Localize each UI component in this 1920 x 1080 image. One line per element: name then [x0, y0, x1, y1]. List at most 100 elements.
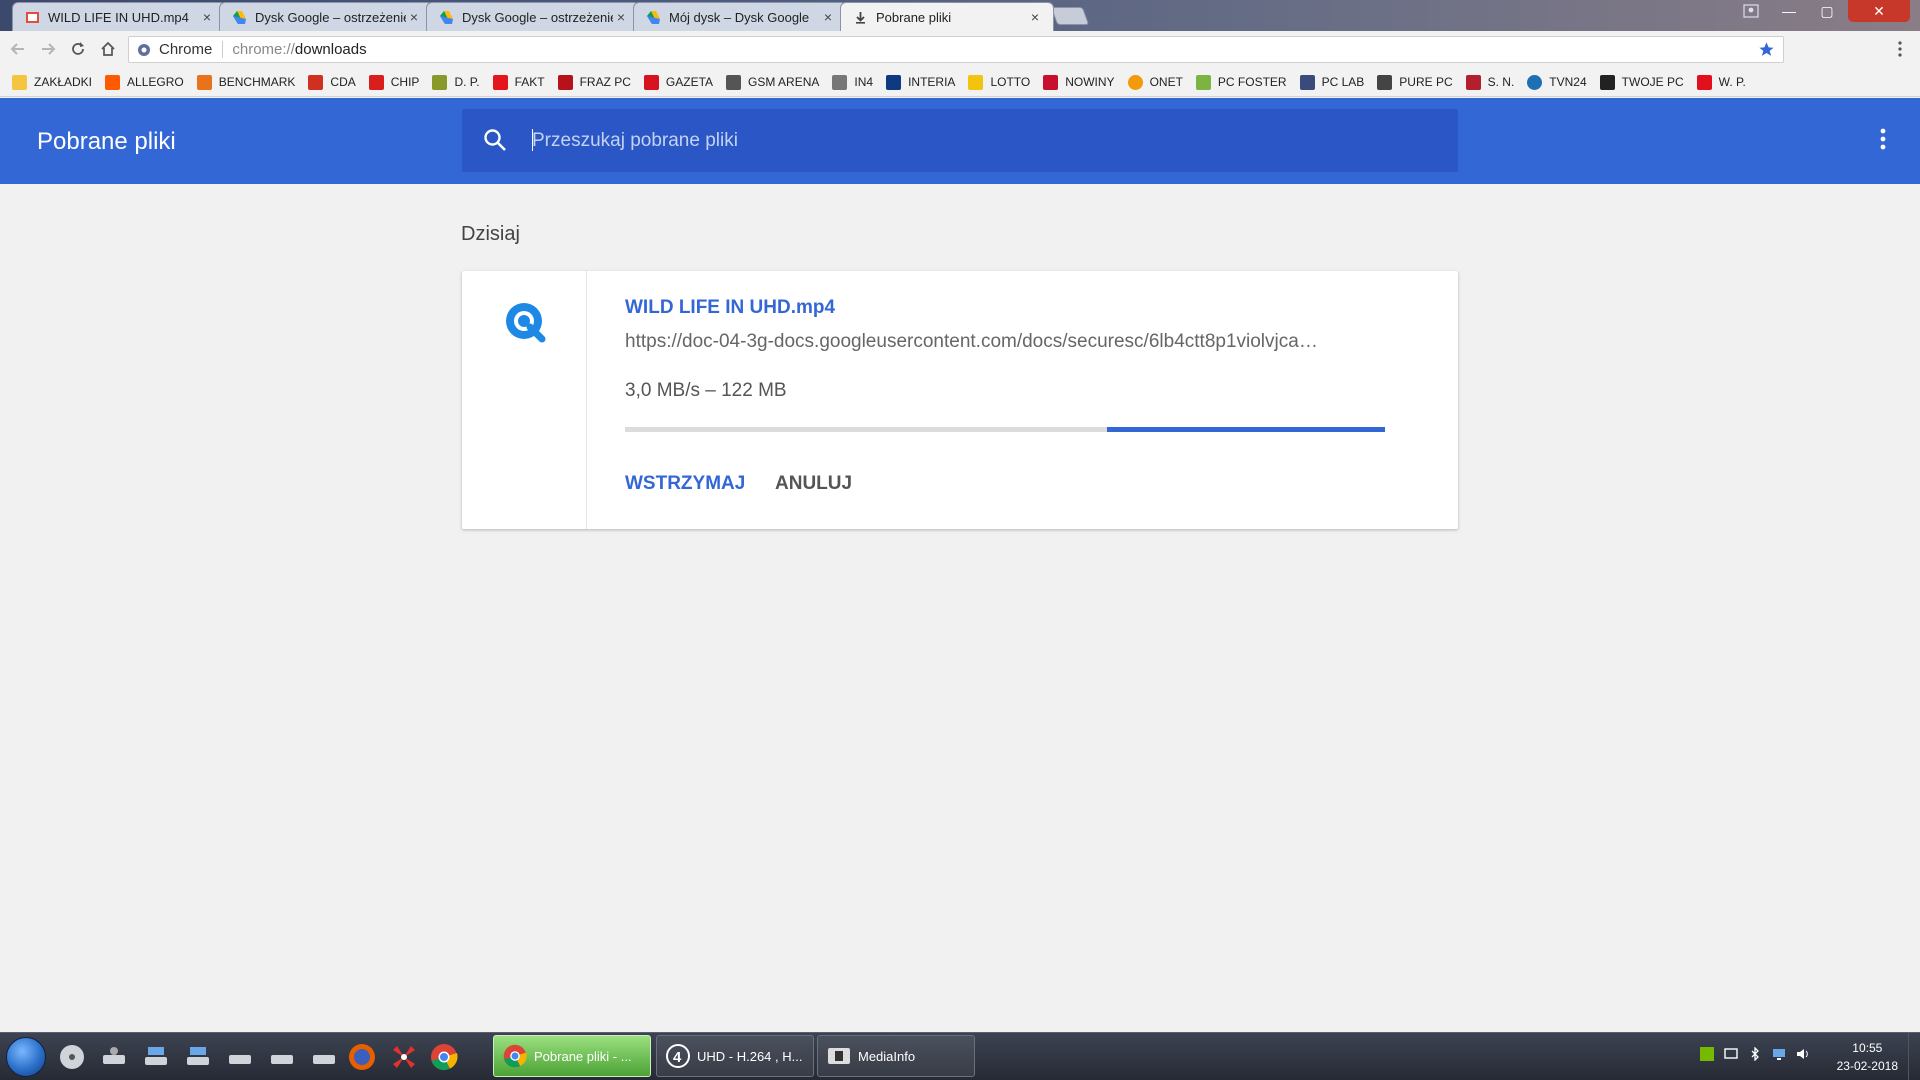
bookmark-fraz-pc[interactable]: FRAZ PC	[557, 74, 631, 90]
search-input[interactable]	[532, 109, 1432, 172]
bookmark-gazeta[interactable]: GAZETA	[643, 74, 713, 90]
download-status: 3,0 MB/s – 122 MB	[625, 380, 787, 401]
bookmark-tvn24[interactable]: TVN24	[1527, 74, 1587, 90]
fraz-pc-icon	[557, 74, 573, 90]
removable-drive-icon[interactable]	[266, 1041, 298, 1073]
firefox-icon[interactable]	[346, 1041, 378, 1073]
action-center-icon[interactable]	[1724, 1047, 1738, 1061]
cd-drive-icon[interactable]	[56, 1041, 88, 1073]
tab-downloads[interactable]: Pobrane pliki ×	[840, 2, 1054, 31]
user-profile-icon[interactable]	[1738, 0, 1764, 22]
tab-google-drive-warning-2[interactable]: Dysk Google – ostrzeżenie ×	[426, 2, 640, 31]
bookmark-lotto[interactable]: LOTTO	[968, 74, 1030, 90]
sd-drive-icon[interactable]	[182, 1041, 214, 1073]
bookmark-benchmark[interactable]: BENCHMARK	[196, 74, 296, 90]
twoje-pc-icon	[1599, 74, 1615, 90]
file-name-link[interactable]: WILD LIFE IN UHD.mp4	[625, 297, 835, 319]
bookmark-star-icon[interactable]	[1758, 41, 1775, 62]
bookmark-pc-foster[interactable]: PC FOSTER	[1195, 74, 1287, 90]
bookmark-label: FRAZ PC	[579, 75, 631, 89]
file-source-url[interactable]: https://doc-04-3g-docs.googleusercontent…	[625, 331, 1385, 353]
bookmark-twoje-pc[interactable]: TWOJE PC	[1599, 74, 1684, 90]
bookmark-chip[interactable]: CHIP	[368, 74, 419, 90]
forward-icon[interactable]	[38, 39, 58, 59]
close-icon[interactable]: ×	[1027, 9, 1043, 25]
url-host: downloads	[294, 41, 367, 58]
downloads-toolbar: Pobrane pliki	[0, 98, 1920, 184]
back-icon[interactable]	[8, 39, 28, 59]
start-button[interactable]	[6, 1037, 46, 1077]
search-box[interactable]	[462, 109, 1458, 172]
cancel-button[interactable]: ANULUJ	[775, 473, 852, 495]
usb-sd-drive-icon[interactable]	[140, 1041, 172, 1073]
folder-icon	[12, 74, 27, 90]
bookmark-label: S. N.	[1487, 75, 1515, 89]
browser-toolbar: Chrome chrome:// downloads	[0, 31, 1920, 68]
clock-time: 10:55	[1852, 1041, 1883, 1055]
bookmark-onet[interactable]: ONET	[1127, 74, 1183, 90]
url-scheme: chrome://	[232, 41, 295, 58]
search-icon[interactable]	[482, 127, 508, 158]
bookmark-allegro[interactable]: ALLEGRO	[105, 74, 184, 90]
close-icon[interactable]: ×	[199, 9, 215, 25]
more-vert-icon[interactable]	[1880, 128, 1886, 155]
wp-icon	[1696, 74, 1712, 90]
bookmark-in4[interactable]: IN4	[832, 74, 874, 90]
pause-button[interactable]: WSTRZYMAJ	[625, 473, 745, 495]
chrome-menu-icon[interactable]	[1890, 39, 1910, 59]
bookmark-dp[interactable]: D. P.	[432, 74, 480, 90]
bookmark-label: D. P.	[454, 75, 480, 89]
bookmark-pure-pc[interactable]: PURE PC	[1377, 74, 1453, 90]
address-bar[interactable]: Chrome chrome:// downloads	[128, 36, 1784, 63]
reload-icon[interactable]	[68, 39, 88, 59]
tab-label: Dysk Google – ostrzeżenie	[255, 9, 406, 25]
bookmark-label: PURE PC	[1399, 75, 1453, 89]
minimize-button[interactable]: —	[1772, 0, 1806, 22]
drive-icon[interactable]	[98, 1041, 130, 1073]
removable-drive-icon[interactable]	[308, 1041, 340, 1073]
bookmark-interia[interactable]: INTERIA	[886, 74, 956, 90]
bookmark-cda[interactable]: CDA	[308, 74, 356, 90]
bookmark-wp[interactable]: W. P.	[1696, 74, 1746, 90]
chrome-icon[interactable]	[428, 1041, 460, 1073]
mediainfo-icon	[826, 1043, 852, 1069]
bookmark-label: INTERIA	[908, 75, 956, 89]
date-header: Dzisiaj	[461, 223, 520, 245]
tab-wild-life[interactable]: WILD LIFE IN UHD.mp4 ×	[12, 2, 226, 31]
site-chip[interactable]: Chrome	[129, 41, 224, 58]
taskbar-item-uhd[interactable]: 4 UHD - H.264 , H...	[656, 1035, 814, 1077]
bookmark-fakt[interactable]: FAKT	[492, 74, 545, 90]
bookmark-label: IN4	[854, 75, 874, 89]
download-progress-bar	[625, 427, 1385, 432]
show-desktop-button[interactable]	[1908, 1033, 1920, 1080]
tab-my-drive[interactable]: Mój dysk – Dysk Google ×	[633, 2, 847, 31]
app-fan-icon[interactable]	[388, 1041, 420, 1073]
taskbar-item-chrome-downloads[interactable]: Pobrane pliki - ...	[493, 1035, 651, 1077]
network-icon[interactable]	[1772, 1047, 1786, 1061]
chrome-icon	[502, 1043, 528, 1069]
bookmark-zakladki[interactable]: ZAKŁADKI	[12, 74, 92, 90]
page-title: Pobrane pliki	[37, 128, 176, 155]
close-icon[interactable]: ×	[406, 9, 422, 25]
gazeta-icon	[643, 74, 659, 90]
tab-google-drive-warning-1[interactable]: Dysk Google – ostrzeżenie ×	[219, 2, 433, 31]
bookmark-nowiny[interactable]: NOWINY	[1043, 74, 1115, 90]
bluetooth-icon[interactable]	[1748, 1047, 1762, 1061]
volume-icon[interactable]	[1796, 1047, 1810, 1061]
close-window-button[interactable]: ✕	[1848, 0, 1910, 22]
removable-drive-icon[interactable]	[224, 1041, 256, 1073]
new-tab-button[interactable]	[1050, 7, 1090, 25]
home-icon[interactable]	[98, 39, 118, 59]
taskbar-item-label: UHD - H.264 , H...	[697, 1048, 803, 1064]
bookmark-pc-lab[interactable]: PC LAB	[1299, 74, 1365, 90]
bookmark-gsm-arena[interactable]: GSM ARENA	[726, 74, 819, 90]
bookmark-label: PC LAB	[1321, 75, 1365, 89]
close-icon[interactable]: ×	[820, 9, 836, 25]
bookmark-sn[interactable]: S. N.	[1465, 74, 1515, 90]
bookmark-label: BENCHMARK	[218, 75, 296, 89]
taskbar-item-mediainfo[interactable]: MediaInfo	[817, 1035, 975, 1077]
close-icon[interactable]: ×	[613, 9, 629, 25]
taskbar-clock[interactable]: 10:55 23-02-2018	[1837, 1039, 1898, 1075]
nvidia-icon[interactable]	[1700, 1047, 1714, 1061]
maximize-button[interactable]: ▢	[1810, 0, 1844, 22]
